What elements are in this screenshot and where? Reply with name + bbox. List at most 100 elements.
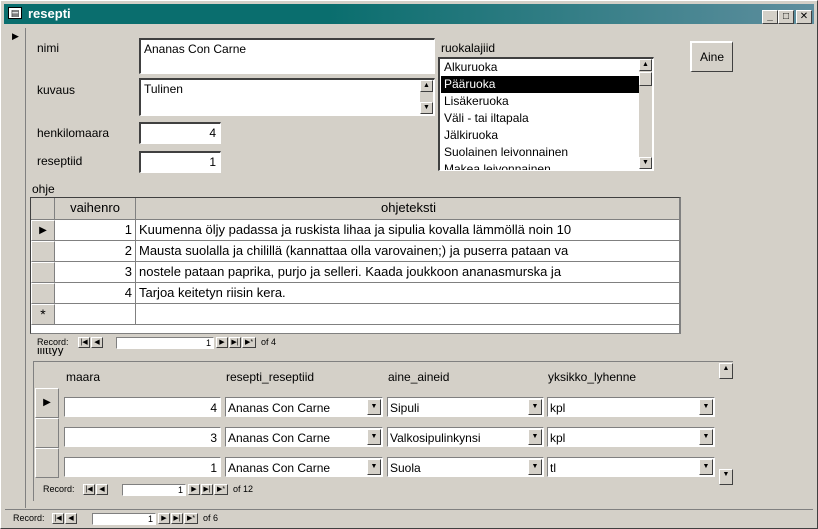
last-record-icon[interactable]: ▶| xyxy=(201,484,213,495)
liittyy-subform[interactable]: maara resepti_reseptiid aine_aineid yksikko… xyxy=(33,361,733,501)
liittyy-record-navigator: Record: |◀ ◀ 1 ▶ ▶| ▶* of 12 xyxy=(43,484,443,496)
row-selector[interactable] xyxy=(31,241,55,262)
yksikko-combo-value: kpl xyxy=(550,431,566,445)
row-selector[interactable] xyxy=(31,262,55,283)
aine-combo-value: Valkosipulinkynsi xyxy=(390,431,481,445)
scroll-thumb[interactable] xyxy=(639,72,652,86)
scroll-down-icon[interactable]: ▼ xyxy=(639,157,652,169)
new-record-icon[interactable]: ▶* xyxy=(214,484,228,495)
new-record-icon[interactable]: ▶* xyxy=(242,337,256,348)
reseptiid-field[interactable]: 1 xyxy=(139,151,221,173)
next-record-icon[interactable]: ▶ xyxy=(188,484,200,495)
resepti-combo[interactable]: Ananas Con Carne ▼ xyxy=(225,457,383,477)
maara-field[interactable]: 3 xyxy=(64,427,221,447)
record-number-input[interactable]: 1 xyxy=(116,337,214,349)
first-record-icon[interactable]: |◀ xyxy=(83,484,95,495)
yksikko-combo[interactable]: tl ▼ xyxy=(547,457,715,477)
header-resepti-reseptiid: resepti_reseptiid xyxy=(226,370,315,384)
henkilomaara-field[interactable]: 4 xyxy=(139,122,221,144)
dropdown-arrow-icon[interactable]: ▼ xyxy=(699,429,713,445)
dropdown-arrow-icon[interactable]: ▼ xyxy=(528,399,542,415)
cell-ohjeteksti[interactable]: Kuumenna öljy padassa ja ruskista lihaa … xyxy=(136,220,679,241)
select-all-corner[interactable] xyxy=(31,198,55,220)
ruokalajiid-option[interactable]: Alkuruoka xyxy=(441,59,640,76)
ruokalajiid-option[interactable]: Suolainen leivonnainen xyxy=(441,144,640,161)
dropdown-arrow-icon[interactable]: ▼ xyxy=(367,429,381,445)
form-icon[interactable]: ▤ xyxy=(8,7,22,19)
prev-record-icon[interactable]: ◀ xyxy=(65,513,77,524)
nimi-field[interactable]: Ananas Con Carne xyxy=(139,38,435,74)
yksikko-combo[interactable]: kpl ▼ xyxy=(547,427,715,447)
prev-record-icon[interactable]: ◀ xyxy=(91,337,103,348)
resepti-combo-value: Ananas Con Carne xyxy=(228,401,331,415)
scroll-up-icon[interactable]: ▲ xyxy=(420,80,433,92)
scroll-up-icon[interactable]: ▲ xyxy=(639,59,652,71)
window-title: resepti xyxy=(28,6,71,21)
cell-vaihenro[interactable]: 3 xyxy=(55,262,136,283)
ruokalajiid-option[interactable]: Pääruoka xyxy=(441,76,640,93)
ruokalajiid-option[interactable]: Väli - tai iltapala xyxy=(441,110,640,127)
header-ohjeteksti[interactable]: ohjeteksti xyxy=(136,198,679,220)
cell-vaihenro[interactable]: 1 xyxy=(55,220,136,241)
new-record-icon[interactable]: ▶* xyxy=(184,513,198,524)
minimize-button[interactable]: _ xyxy=(762,10,778,24)
resepti-combo[interactable]: Ananas Con Carne ▼ xyxy=(225,427,383,447)
title-bar[interactable]: ▤ resepti _ □ ✕ xyxy=(4,4,814,24)
dropdown-arrow-icon[interactable]: ▼ xyxy=(699,459,713,475)
resepti-combo[interactable]: Ananas Con Carne ▼ xyxy=(225,397,383,417)
first-record-icon[interactable]: |◀ xyxy=(78,337,90,348)
first-record-icon[interactable]: |◀ xyxy=(52,513,64,524)
aine-combo[interactable]: Sipuli ▼ xyxy=(387,397,544,417)
aine-combo-value: Sipuli xyxy=(390,401,420,415)
cell-ohjeteksti[interactable]: Mausta suolalla ja chilillä (kannattaa o… xyxy=(136,241,679,262)
cell-vaihenro[interactable]: 4 xyxy=(55,283,136,304)
dropdown-arrow-icon[interactable]: ▼ xyxy=(528,429,542,445)
prev-record-icon[interactable]: ◀ xyxy=(96,484,108,495)
maximize-button[interactable]: □ xyxy=(778,10,794,24)
yksikko-combo[interactable]: kpl ▼ xyxy=(547,397,715,417)
row-selector[interactable] xyxy=(35,448,59,478)
record-selector-bar[interactable]: ▶ xyxy=(5,28,26,508)
ruokalajiid-option[interactable]: Makea leivonnainen xyxy=(441,161,640,170)
new-row-selector[interactable]: * xyxy=(31,304,55,325)
row-selector[interactable]: ▶ xyxy=(31,220,55,241)
header-vaihenro[interactable]: vaihenro xyxy=(55,198,136,220)
ruokalajiid-scrollbar[interactable]: ▲ ▼ xyxy=(639,59,652,169)
last-record-icon[interactable]: ▶| xyxy=(229,337,241,348)
ohje-record-navigator: Record: |◀ ◀ 1 ▶ ▶| ▶* of 4 xyxy=(37,337,657,349)
aine-combo[interactable]: Valkosipulinkynsi ▼ xyxy=(387,427,544,447)
scroll-up-icon[interactable]: ▲ xyxy=(719,363,733,379)
row-selector[interactable] xyxy=(35,418,59,448)
scroll-down-icon[interactable]: ▼ xyxy=(719,469,733,485)
dropdown-arrow-icon[interactable]: ▼ xyxy=(528,459,542,475)
next-record-icon[interactable]: ▶ xyxy=(158,513,170,524)
ruokalajiid-listbox[interactable]: Alkuruoka Pääruoka Lisäkeruoka Väli - tai i… xyxy=(438,57,654,171)
scroll-down-icon[interactable]: ▼ xyxy=(420,102,433,114)
dropdown-arrow-icon[interactable]: ▼ xyxy=(367,459,381,475)
ohje-datasheet[interactable]: vaihenro ohjeteksti ▶ 1 Kuumenna öljy pada… xyxy=(30,197,681,334)
liittyy-scrollbar[interactable]: ▲ ▼ xyxy=(719,363,733,485)
maara-field[interactable]: 1 xyxy=(64,457,221,477)
aine-button[interactable]: Aine xyxy=(690,41,733,72)
close-button[interactable]: ✕ xyxy=(796,10,812,24)
dropdown-arrow-icon[interactable]: ▼ xyxy=(367,399,381,415)
row-selector[interactable]: ▶ xyxy=(35,388,59,418)
row-selector[interactable] xyxy=(31,283,55,304)
next-record-icon[interactable]: ▶ xyxy=(216,337,228,348)
cell-ohjeteksti[interactable] xyxy=(136,304,679,325)
cell-ohjeteksti[interactable]: nostele pataan paprika, purjo ja selleri… xyxy=(136,262,679,283)
kuvaus-scrollbar[interactable]: ▲ ▼ xyxy=(420,80,433,114)
record-number-input[interactable]: 1 xyxy=(122,484,186,496)
record-number-input[interactable]: 1 xyxy=(92,513,156,525)
maara-field[interactable]: 4 xyxy=(64,397,221,417)
aine-combo[interactable]: Suola ▼ xyxy=(387,457,544,477)
cell-vaihenro[interactable] xyxy=(55,304,136,325)
cell-vaihenro[interactable]: 2 xyxy=(55,241,136,262)
dropdown-arrow-icon[interactable]: ▼ xyxy=(699,399,713,415)
header-yksikko-lyhenne: yksikko_lyhenne xyxy=(548,370,637,384)
ruokalajiid-option[interactable]: Jälkiruoka xyxy=(441,127,640,144)
last-record-icon[interactable]: ▶| xyxy=(171,513,183,524)
cell-ohjeteksti[interactable]: Tarjoa keitetyn riisin kera. xyxy=(136,283,679,304)
ruokalajiid-option[interactable]: Lisäkeruoka xyxy=(441,93,640,110)
kuvaus-field[interactable]: Tulinen ▲ ▼ xyxy=(139,78,435,116)
